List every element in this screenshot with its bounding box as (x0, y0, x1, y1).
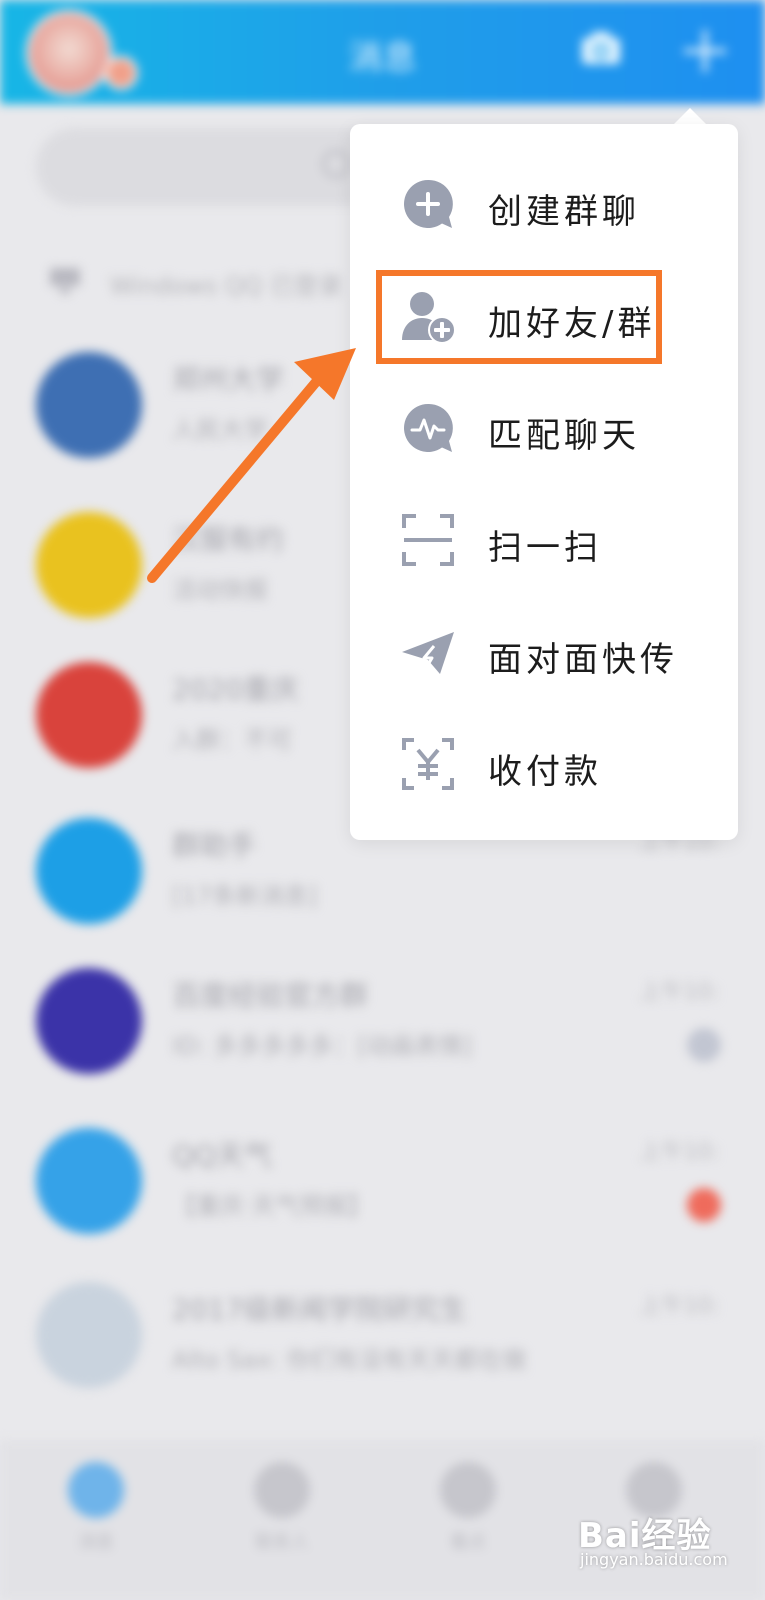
highlight-box (376, 270, 662, 364)
conversation-preview: 活动快报 (172, 576, 268, 604)
baidu-jingyan-watermark: Bai经验 jingyan.baidu.com (578, 1508, 728, 1569)
tab-kandian-label: 看点 (450, 1532, 486, 1553)
tab-contacts-label: 联系人 (255, 1532, 309, 1553)
login-notice: Windows QQ 已登录 (110, 272, 343, 300)
plus-popup-menu: 创建群聊 加好友/群 匹配聊天 扫一扫 面对面快传 收付款 (350, 124, 738, 840)
menu-item-payment[interactable]: 收付款 (350, 708, 738, 820)
tab-contacts-icon[interactable] (254, 1462, 310, 1518)
menu-item-label: 面对面快传 (488, 640, 678, 680)
menu-item-scan[interactable]: 扫一扫 (350, 484, 738, 596)
conversation-preview: 【重庆·天气预报】 (172, 1192, 372, 1220)
avatar (36, 968, 142, 1074)
match-chat-icon (404, 403, 453, 452)
scan-icon (402, 514, 454, 566)
unread-badge (687, 1188, 721, 1222)
unread-badge (687, 1028, 721, 1062)
conversation-preview: Alto Sax: 你们有没有天天都在做 (172, 1346, 527, 1374)
conversation-name: 群助手 (172, 829, 257, 862)
tab-kandian-icon[interactable] (440, 1462, 496, 1518)
conversation-name: 2017级新闻学院研究生 (172, 1293, 468, 1326)
payment-icon (402, 738, 454, 790)
menu-item-create-group[interactable]: 创建群聊 (350, 148, 738, 260)
menu-item-match-chat[interactable]: 匹配聊天 (350, 372, 738, 484)
conversation-row[interactable]: 百度经验官方群 ID: 多多多多多：[动画表情] 上午10: (0, 968, 765, 1118)
conversation-name: QQ天气 (172, 1139, 273, 1172)
avatar (36, 512, 142, 618)
conversation-name: 2020重庆 (172, 673, 300, 706)
menu-item-label: 创建群聊 (488, 192, 640, 232)
conversation-preview: 人民大学 (172, 416, 268, 444)
avatar (36, 1282, 142, 1388)
monitor-icon (50, 268, 80, 294)
search-icon (322, 150, 350, 178)
plus-icon[interactable] (682, 28, 728, 74)
top-bar: 消息 (0, 0, 765, 104)
avatar (36, 1128, 142, 1234)
page-title: 消息 (348, 38, 417, 78)
conversation-time: 上午10: (639, 980, 719, 1005)
conversation-name: 汉服有约 (172, 523, 285, 556)
tab-messages-label: 消息 (78, 1532, 114, 1553)
camera-icon[interactable] (580, 30, 622, 66)
conversation-row[interactable]: QQ天气【重庆·天气预报】 上午10: (0, 1128, 765, 1278)
avatar (36, 662, 142, 768)
avatar (36, 352, 142, 458)
menu-item-face-transfer[interactable]: 面对面快传 (350, 596, 738, 708)
conversation-time: 上午10: (639, 1294, 719, 1319)
conversation-name: 百度经验官方群 (172, 979, 369, 1012)
conversation-row[interactable]: 2017级新闻学院研究生 Alto Sax: 你们有没有天天都在做 上午10: (0, 1282, 765, 1432)
watermark-url: jingyan.baidu.com (580, 1550, 728, 1569)
conversation-time: 上午10: (639, 1140, 719, 1165)
menu-item-label: 收付款 (488, 752, 602, 792)
conversation-row[interactable]: 群助手 [17条新消息] 上午10: (0, 818, 765, 968)
face-transfer-icon (402, 632, 454, 674)
menu-item-label: 匹配聊天 (488, 416, 640, 456)
conversation-preview: ID: 多多多多多：[动画表情] (172, 1032, 472, 1060)
conversation-name: 郑州大学 (172, 363, 285, 396)
create-group-icon (404, 179, 453, 228)
conversation-preview: 入群：不可 (172, 726, 292, 754)
avatar (36, 818, 142, 924)
menu-item-label: 扫一扫 (488, 528, 602, 568)
conversation-preview: [17条新消息] (172, 882, 318, 910)
tab-messages-icon[interactable] (68, 1462, 124, 1518)
